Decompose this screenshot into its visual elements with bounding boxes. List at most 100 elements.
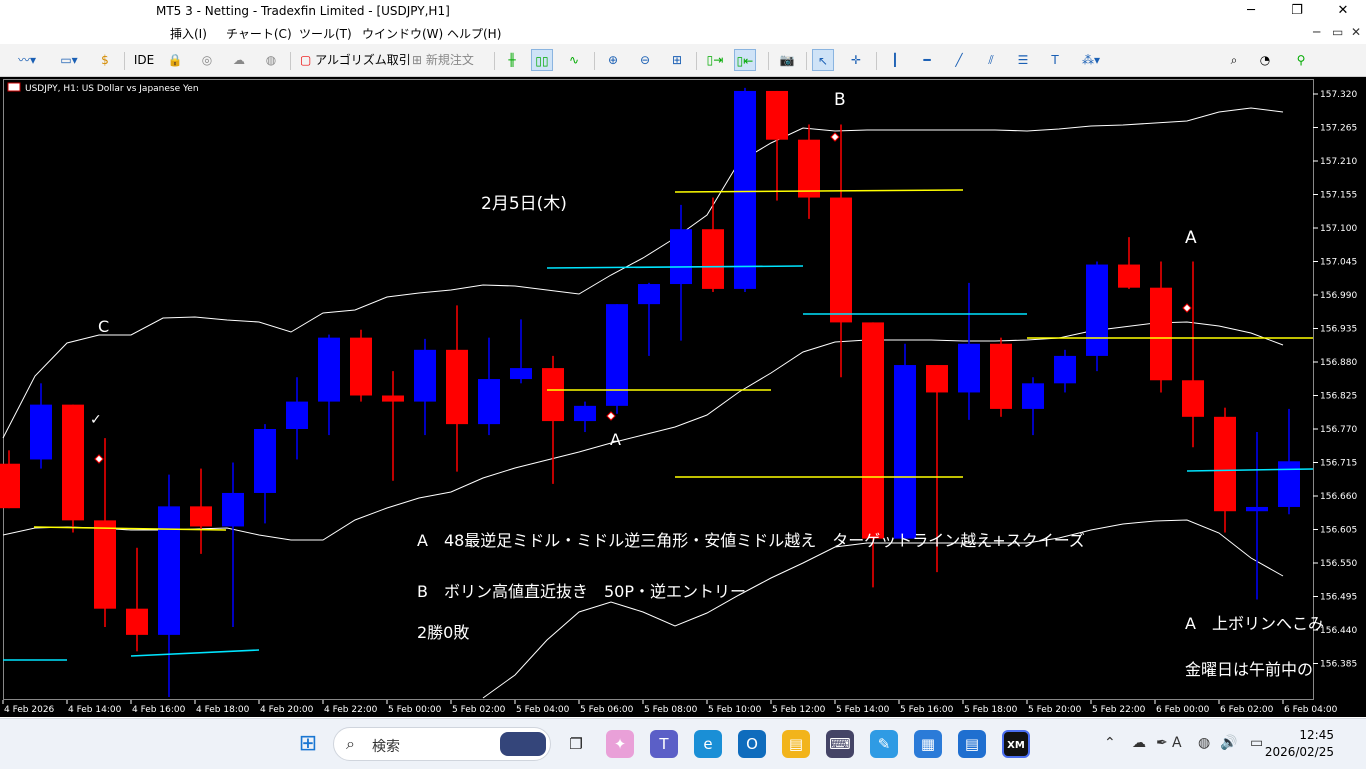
edge-icon[interactable]: e bbox=[694, 730, 722, 758]
candle-body bbox=[958, 343, 980, 393]
battery-icon[interactable]: ▭ bbox=[1250, 735, 1263, 751]
stop-icon: ▢ bbox=[300, 53, 316, 67]
indicator-icon[interactable]: 〰▾ bbox=[10, 49, 44, 71]
price-label: 156.880 bbox=[1320, 358, 1357, 368]
candle-body bbox=[798, 139, 820, 198]
horizontal-line-icon[interactable]: ━ bbox=[916, 49, 938, 71]
chart-area[interactable]: 157.320 157.265 157.210 157.155 157.100 157.0… bbox=[0, 77, 1366, 717]
menu-chart[interactable]: チャート(C) bbox=[226, 25, 292, 42]
time-label: 5 Feb 12:00 bbox=[772, 705, 826, 715]
chevron-up-icon[interactable]: ⌃ bbox=[1104, 735, 1116, 751]
line-chart-icon[interactable]: ∿ bbox=[563, 49, 585, 71]
mdi-restore-button[interactable]: ▭ bbox=[1332, 25, 1343, 39]
result-label: 2勝0敗 bbox=[417, 623, 469, 642]
cursor-icon[interactable]: ↖ bbox=[812, 49, 834, 71]
time-label: 5 Feb 00:00 bbox=[388, 705, 442, 715]
crosshair-icon[interactable]: ✛ bbox=[845, 49, 867, 71]
tile-windows-icon[interactable]: ⊞ bbox=[666, 49, 688, 71]
check-mark: ✓ bbox=[90, 412, 102, 428]
algo-trading-button[interactable]: ▢ アルゴリズム取引 bbox=[300, 49, 411, 71]
candle-body bbox=[1182, 380, 1204, 417]
channel-icon[interactable]: ⫽ bbox=[980, 49, 1002, 71]
search-highlight-icon bbox=[500, 732, 546, 756]
search-placeholder: 検索 bbox=[372, 739, 400, 755]
taskbar: ⊞ ⌕ 検索 ❐ ✦ T e O ▤ ⌨ ✎ ▦ ▤ XM ⌃ ☁ ✒ A ◍ … bbox=[0, 718, 1366, 769]
candle-body bbox=[414, 349, 436, 402]
notification-icon[interactable]: ◔ bbox=[1254, 49, 1276, 71]
cloud-icon[interactable]: ☁ bbox=[228, 49, 250, 71]
zoom-in-icon[interactable]: ⊕ bbox=[602, 49, 624, 71]
mdi-close-button[interactable]: ✕ bbox=[1351, 25, 1361, 39]
menu-bar: 挿入(I) チャート(C) ツール(T) ウインドウ(W) ヘルプ(H) ─ ▭… bbox=[0, 22, 1366, 42]
price-label: 156.495 bbox=[1320, 593, 1357, 603]
lock-icon[interactable]: 🔒 bbox=[164, 49, 186, 71]
time-label: 5 Feb 04:00 bbox=[516, 705, 570, 715]
candle-body bbox=[350, 337, 372, 396]
candle-body bbox=[702, 229, 724, 289]
ime-icon[interactable]: A bbox=[1172, 735, 1182, 751]
vps-icon[interactable]: ⚲ bbox=[1290, 49, 1312, 71]
candle-body bbox=[286, 401, 308, 429]
close-button[interactable]: ✕ bbox=[1320, 0, 1366, 22]
zoom-out-icon[interactable]: ⊖ bbox=[634, 49, 656, 71]
label-a-2: A bbox=[1185, 228, 1197, 248]
candle-body bbox=[158, 506, 180, 635]
clock-time: 12:45 bbox=[1299, 728, 1334, 742]
search-icon[interactable]: ⌕ bbox=[1223, 49, 1245, 71]
bar-chart-icon[interactable]: ╫ bbox=[501, 49, 523, 71]
outlook-icon[interactable]: O bbox=[738, 730, 766, 758]
globe-icon[interactable]: ◍ bbox=[260, 49, 282, 71]
note-a-upper-bollinger: A 上ボリンへこみ bbox=[1185, 614, 1324, 633]
chart-info-label: USDJPY, H1: US Dollar vs Japanese Yen bbox=[25, 84, 199, 94]
chart-type-icon[interactable]: ▭▾ bbox=[52, 49, 86, 71]
minimize-button[interactable]: ─ bbox=[1228, 0, 1274, 22]
chart-shift-icon[interactable]: ▯⇤ bbox=[734, 49, 756, 71]
paint-icon[interactable]: ✎ bbox=[870, 730, 898, 758]
candle-body bbox=[126, 608, 148, 635]
candle-body bbox=[1246, 506, 1268, 512]
trendline-icon[interactable]: ╱ bbox=[948, 49, 970, 71]
task-view-icon[interactable]: ❐ bbox=[562, 730, 590, 758]
pen-icon[interactable]: ✒ bbox=[1156, 735, 1168, 751]
xm-app-icon[interactable]: XM bbox=[1002, 730, 1030, 758]
time-label: 4 Feb 18:00 bbox=[196, 705, 250, 715]
time-label: 6 Feb 04:00 bbox=[1284, 705, 1338, 715]
ide-button[interactable]: IDE bbox=[132, 49, 156, 71]
taskbar-clock[interactable]: 12:45 2026/02/25 bbox=[1265, 727, 1334, 761]
text-tool-icon[interactable]: T bbox=[1044, 49, 1066, 71]
teams-icon[interactable]: T bbox=[650, 730, 678, 758]
dollar-icon[interactable]: $ bbox=[94, 49, 116, 71]
windows-start-icon[interactable]: ⊞ bbox=[294, 730, 322, 758]
restore-button[interactable]: ❐ bbox=[1274, 0, 1320, 22]
time-label: 5 Feb 16:00 bbox=[900, 705, 954, 715]
fibonacci-icon[interactable]: ☰ bbox=[1012, 49, 1034, 71]
language-globe-icon[interactable]: ◍ bbox=[1198, 735, 1210, 751]
screenshot-icon[interactable]: 📷 bbox=[776, 49, 798, 71]
candlestick-icon[interactable]: ▯▯ bbox=[531, 49, 553, 71]
price-label: 157.045 bbox=[1320, 258, 1357, 268]
vertical-line-icon[interactable]: ┃ bbox=[884, 49, 906, 71]
shapes-icon[interactable]: ⁂▾ bbox=[1074, 49, 1108, 71]
mdi-minimize-button[interactable]: ─ bbox=[1313, 25, 1320, 39]
menu-window[interactable]: ウインドウ(W) bbox=[362, 25, 443, 42]
store-icon[interactable]: ▦ bbox=[914, 730, 942, 758]
candle-body bbox=[574, 405, 596, 422]
menu-tools[interactable]: ツール(T) bbox=[299, 25, 352, 42]
notepad-icon[interactable]: ▤ bbox=[958, 730, 986, 758]
autoscroll-icon[interactable]: ▯⇥ bbox=[704, 49, 726, 71]
time-label: 5 Feb 02:00 bbox=[452, 705, 506, 715]
candle-body bbox=[862, 322, 884, 539]
taskbar-search[interactable]: ⌕ 検索 bbox=[333, 727, 551, 761]
menu-help[interactable]: ヘルプ(H) bbox=[447, 25, 501, 42]
candle-body bbox=[638, 284, 660, 305]
signal-icon[interactable]: ◎ bbox=[196, 49, 218, 71]
network-cloud-icon[interactable]: ☁ bbox=[1132, 735, 1146, 751]
menu-insert[interactable]: 挿入(I) bbox=[170, 25, 207, 42]
date-label: 2月5日(木) bbox=[481, 194, 567, 214]
file-explorer-icon[interactable]: ▤ bbox=[782, 730, 810, 758]
new-order-button[interactable]: ⊞ 新規注文 bbox=[412, 49, 486, 71]
keyboard-app-icon[interactable]: ⌨ bbox=[826, 730, 854, 758]
copilot-icon[interactable]: ✦ bbox=[606, 730, 634, 758]
toolbar-separator bbox=[696, 52, 697, 70]
volume-icon[interactable]: 🔊 bbox=[1220, 735, 1237, 751]
